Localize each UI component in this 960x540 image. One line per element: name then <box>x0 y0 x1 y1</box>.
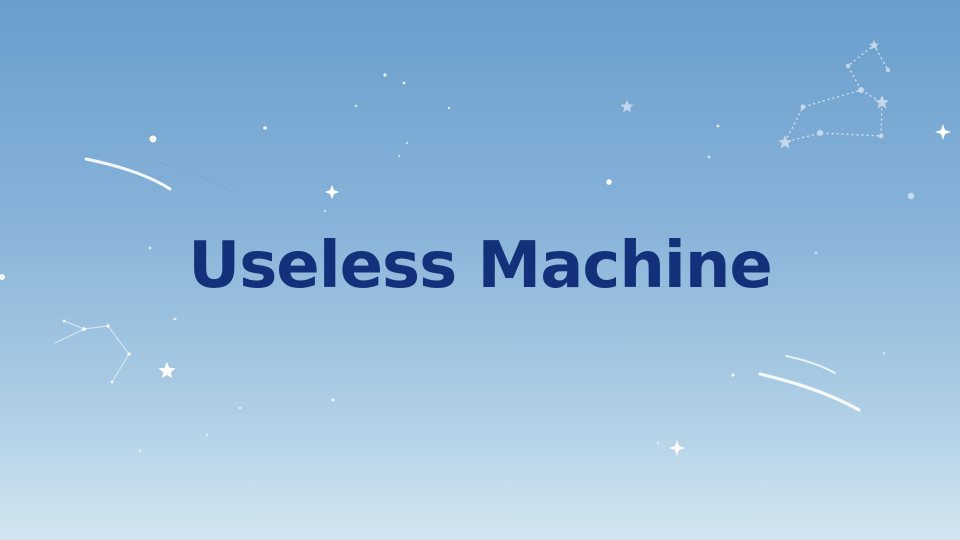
constellation-top-right <box>778 40 891 149</box>
title-slide: Useless Machine <box>0 0 960 540</box>
slide-title: Useless Machine <box>188 229 773 303</box>
constellation-left <box>54 319 131 384</box>
